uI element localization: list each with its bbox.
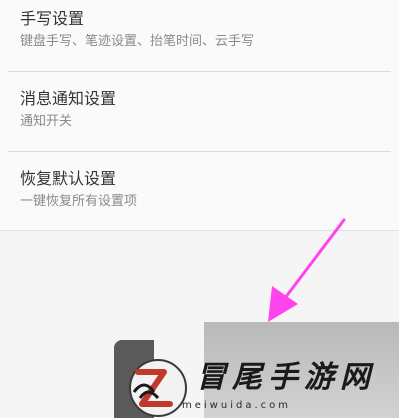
settings-list: 手写设置 键盘手写、笔迹设置、抬笔时间、云手写 消息通知设置 通知开关 恢复默认… [0,0,399,230]
restore-defaults-title: 恢复默认设置 [20,169,117,188]
watermark-domain-text: meiwuida.com [182,400,291,411]
screen: 手写设置 键盘手写、笔迹设置、抬笔时间、云手写 消息通知设置 通知开关 恢复默认… [0,0,399,418]
restore-defaults-item[interactable]: 恢复默认设置 一键恢复所有设置项 [0,152,399,230]
list-end-divider [0,230,399,231]
arrow-shaft [280,218,346,304]
notification-settings-item[interactable]: 消息通知设置 通知开关 [0,72,399,152]
notification-settings-subtitle: 通知开关 [20,114,73,129]
watermark-brand-text: 冒尾手游网 [196,360,376,395]
handwriting-settings-subtitle: 键盘手写、笔迹设置、抬笔时间、云手写 [20,34,255,49]
restore-defaults-subtitle: 一键恢复所有设置项 [20,194,138,209]
handwriting-settings-item[interactable]: 手写设置 键盘手写、笔迹设置、抬笔时间、云手写 [0,0,399,72]
handwriting-settings-title: 手写设置 [20,9,85,28]
notification-settings-title: 消息通知设置 [20,89,117,108]
arrow-head [268,286,298,322]
